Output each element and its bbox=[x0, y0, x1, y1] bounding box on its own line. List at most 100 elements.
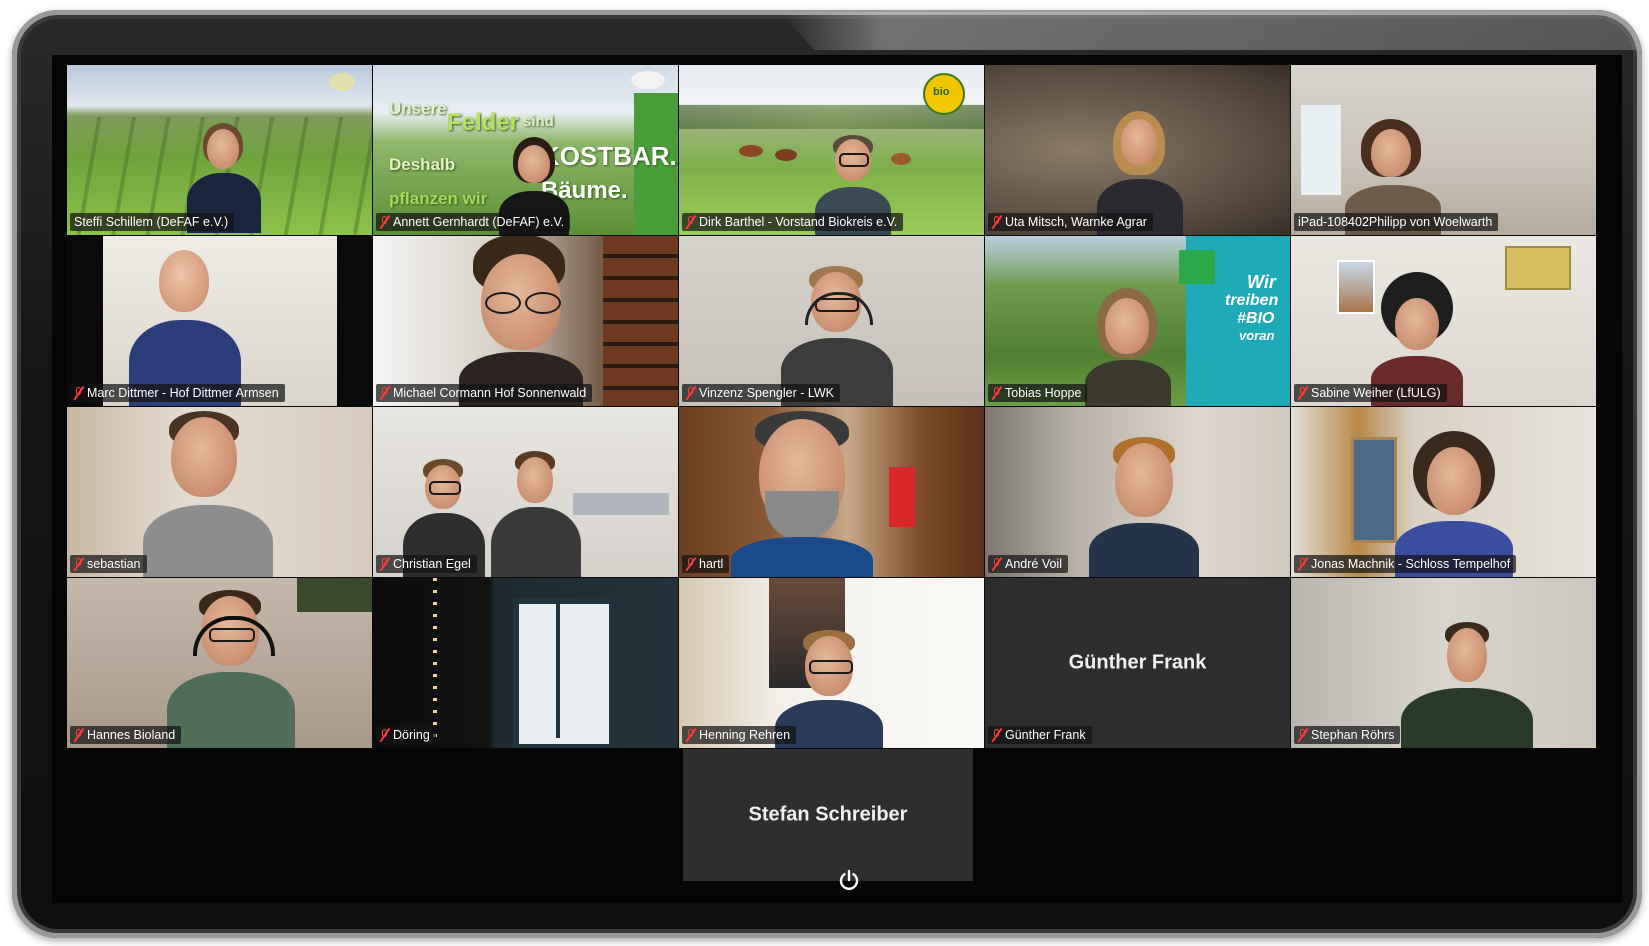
mic-muted-icon bbox=[380, 557, 389, 571]
video-off-name: Stefan Schreiber bbox=[748, 803, 908, 826]
participant-name-tag: Annett Gernhardt (DeFAF) e.V. bbox=[376, 213, 571, 231]
banner-text: Felder bbox=[447, 109, 520, 136]
participant-name-tag: hartl bbox=[682, 555, 730, 573]
participant-tile[interactable]: sebastian bbox=[67, 407, 373, 578]
participant-name: Sabine Weiher (LfULG) bbox=[1311, 386, 1441, 400]
participant-tile[interactable]: Stephan Röhrs bbox=[1291, 578, 1597, 749]
participant-tile[interactable]: Uta Mitsch, Warnke Agrar bbox=[985, 65, 1291, 236]
mic-muted-icon bbox=[1298, 386, 1307, 400]
mic-muted-icon bbox=[74, 728, 83, 742]
defaf-logo-icon bbox=[631, 71, 665, 89]
participant-tile[interactable]: Günther Frank Günther Frank bbox=[985, 578, 1291, 749]
cow-icon bbox=[775, 149, 797, 161]
participant-tile[interactable]: Unsere Felder sind KOSTBAR. Deshalb pfla… bbox=[373, 65, 679, 236]
participant-name-tag: sebastian bbox=[70, 555, 147, 573]
mic-muted-icon bbox=[992, 728, 1001, 742]
mic-muted-icon bbox=[686, 386, 695, 400]
mic-muted-icon bbox=[992, 557, 1001, 571]
video-call-screen: Steffi Schillem (DeFAF e.V.) Unsere Feld… bbox=[52, 55, 1622, 903]
red-object bbox=[889, 467, 915, 527]
participant-name: Jonas Machnik - Schloss Tempelhof bbox=[1311, 557, 1511, 571]
wall-picture bbox=[297, 578, 372, 612]
participant-name-tag: Uta Mitsch, Warnke Agrar bbox=[988, 213, 1153, 231]
window bbox=[1301, 105, 1341, 195]
participant-name-tag: Steffi Schillem (DeFAF e.V.) bbox=[70, 213, 235, 231]
banner-text: Unsere bbox=[389, 99, 447, 118]
participant-tile[interactable]: Döring bbox=[373, 578, 679, 749]
participant-name: Vinzenz Spengler - LWK bbox=[699, 386, 835, 400]
participant-name-tag: Stephan Röhrs bbox=[1294, 726, 1401, 744]
participant-tile[interactable]: bio Dirk Barthel - Vorstand Biokreis e.V… bbox=[679, 65, 985, 236]
participant-tile[interactable]: Vinzenz Spengler - LWK bbox=[679, 236, 985, 407]
banner-text: Deshalb bbox=[389, 155, 456, 174]
window bbox=[573, 493, 669, 515]
banner-text: Wir bbox=[1247, 272, 1276, 292]
window bbox=[513, 598, 615, 748]
wall-picture bbox=[1337, 260, 1375, 314]
participant-name-tag: Vinzenz Spengler - LWK bbox=[682, 384, 841, 402]
mic-muted-icon bbox=[992, 386, 1001, 400]
participant-name: iPad-108402Philipp von Woelwarth bbox=[1298, 215, 1493, 229]
participant-tile[interactable]: Hannes Bioland bbox=[67, 578, 373, 749]
participant-tile[interactable]: Marc Dittmer - Hof Dittmer Armsen bbox=[67, 236, 373, 407]
participant-name: Uta Mitsch, Warnke Agrar bbox=[1005, 215, 1147, 229]
mic-muted-icon bbox=[686, 728, 695, 742]
fairy-lights bbox=[433, 578, 437, 738]
banner-text: KOSTBAR. bbox=[541, 141, 677, 171]
participant-name-tag: Christian Egel bbox=[376, 555, 477, 573]
participant-name-tag: Jonas Machnik - Schloss Tempelhof bbox=[1294, 555, 1517, 573]
participant-tile[interactable]: Michael Cormann Hof Sonnenwald bbox=[373, 236, 679, 407]
participant-name-tag: Döring bbox=[376, 726, 436, 744]
participant-name: sebastian bbox=[87, 557, 141, 571]
participant-name: Stephan Röhrs bbox=[1311, 728, 1395, 742]
participant-tile[interactable]: iPad-108402Philipp von Woelwarth bbox=[1291, 65, 1597, 236]
wall-picture bbox=[1505, 246, 1571, 290]
participant-tile[interactable]: Wir treiben #BIO voran Tobias Hoppe bbox=[985, 236, 1291, 407]
participant-name-tag: iPad-108402Philipp von Woelwarth bbox=[1294, 213, 1499, 231]
participant-name-tag: Michael Cormann Hof Sonnenwald bbox=[376, 384, 593, 402]
participant-name: André Voil bbox=[1005, 557, 1062, 571]
participant-name-tag: Tobias Hoppe bbox=[988, 384, 1088, 402]
cow-icon bbox=[891, 153, 911, 165]
participant-tile[interactable]: Jonas Machnik - Schloss Tempelhof bbox=[1291, 407, 1597, 578]
participant-name: Steffi Schillem (DeFAF e.V.) bbox=[74, 215, 229, 229]
video-off-name: Günther Frank bbox=[1068, 651, 1207, 674]
participant-name-tag: Sabine Weiher (LfULG) bbox=[1294, 384, 1447, 402]
mic-muted-icon bbox=[686, 557, 695, 571]
banner-text: voran bbox=[1239, 328, 1275, 343]
participant-name: Hannes Bioland bbox=[87, 728, 176, 742]
window-frame bbox=[556, 598, 560, 738]
mic-muted-icon bbox=[1298, 728, 1307, 742]
participant-tile[interactable]: Henning Rehren bbox=[679, 578, 985, 749]
participant-name-tag: Hannes Bioland bbox=[70, 726, 182, 744]
cow-icon bbox=[739, 145, 763, 157]
participant-tile[interactable]: Steffi Schillem (DeFAF e.V.) bbox=[67, 65, 373, 236]
defaf-logo-icon bbox=[329, 73, 355, 91]
bezel-glare bbox=[780, 12, 1640, 50]
mic-muted-icon bbox=[74, 386, 83, 400]
participant-name-tag: Henning Rehren bbox=[682, 726, 797, 744]
participant-name-tag: Günther Frank bbox=[988, 726, 1092, 744]
banner-text: pflanzen wir bbox=[389, 189, 488, 208]
mic-muted-icon bbox=[992, 215, 1001, 229]
mic-muted-icon bbox=[74, 557, 83, 571]
banner-text: treiben bbox=[1225, 292, 1279, 309]
participant-grid: Steffi Schillem (DeFAF e.V.) Unsere Feld… bbox=[67, 65, 1597, 749]
participant-tile[interactable]: Sabine Weiher (LfULG) bbox=[1291, 236, 1597, 407]
participant-name: Döring bbox=[393, 728, 430, 742]
bookshelf bbox=[603, 236, 678, 406]
participant-name-tag: Marc Dittmer - Hof Dittmer Armsen bbox=[70, 384, 285, 402]
mic-muted-icon bbox=[1298, 557, 1307, 571]
power-icon[interactable] bbox=[832, 863, 866, 897]
mic-muted-icon bbox=[380, 215, 389, 229]
banner-text: sind bbox=[523, 113, 554, 130]
participant-tile[interactable]: Christian Egel bbox=[373, 407, 679, 578]
banner-text: #BIO bbox=[1237, 310, 1275, 327]
biokreis-logo-icon bbox=[1179, 250, 1215, 284]
participant-tile[interactable]: hartl bbox=[679, 407, 985, 578]
participant-name: Marc Dittmer - Hof Dittmer Armsen bbox=[87, 386, 279, 400]
participant-name: Annett Gernhardt (DeFAF) e.V. bbox=[393, 215, 565, 229]
participant-tile[interactable]: André Voil bbox=[985, 407, 1291, 578]
participant-name-tag: Dirk Barthel - Vorstand Biokreis e.V. bbox=[682, 213, 904, 231]
participant-tile[interactable]: Stefan Schreiber bbox=[683, 749, 973, 881]
